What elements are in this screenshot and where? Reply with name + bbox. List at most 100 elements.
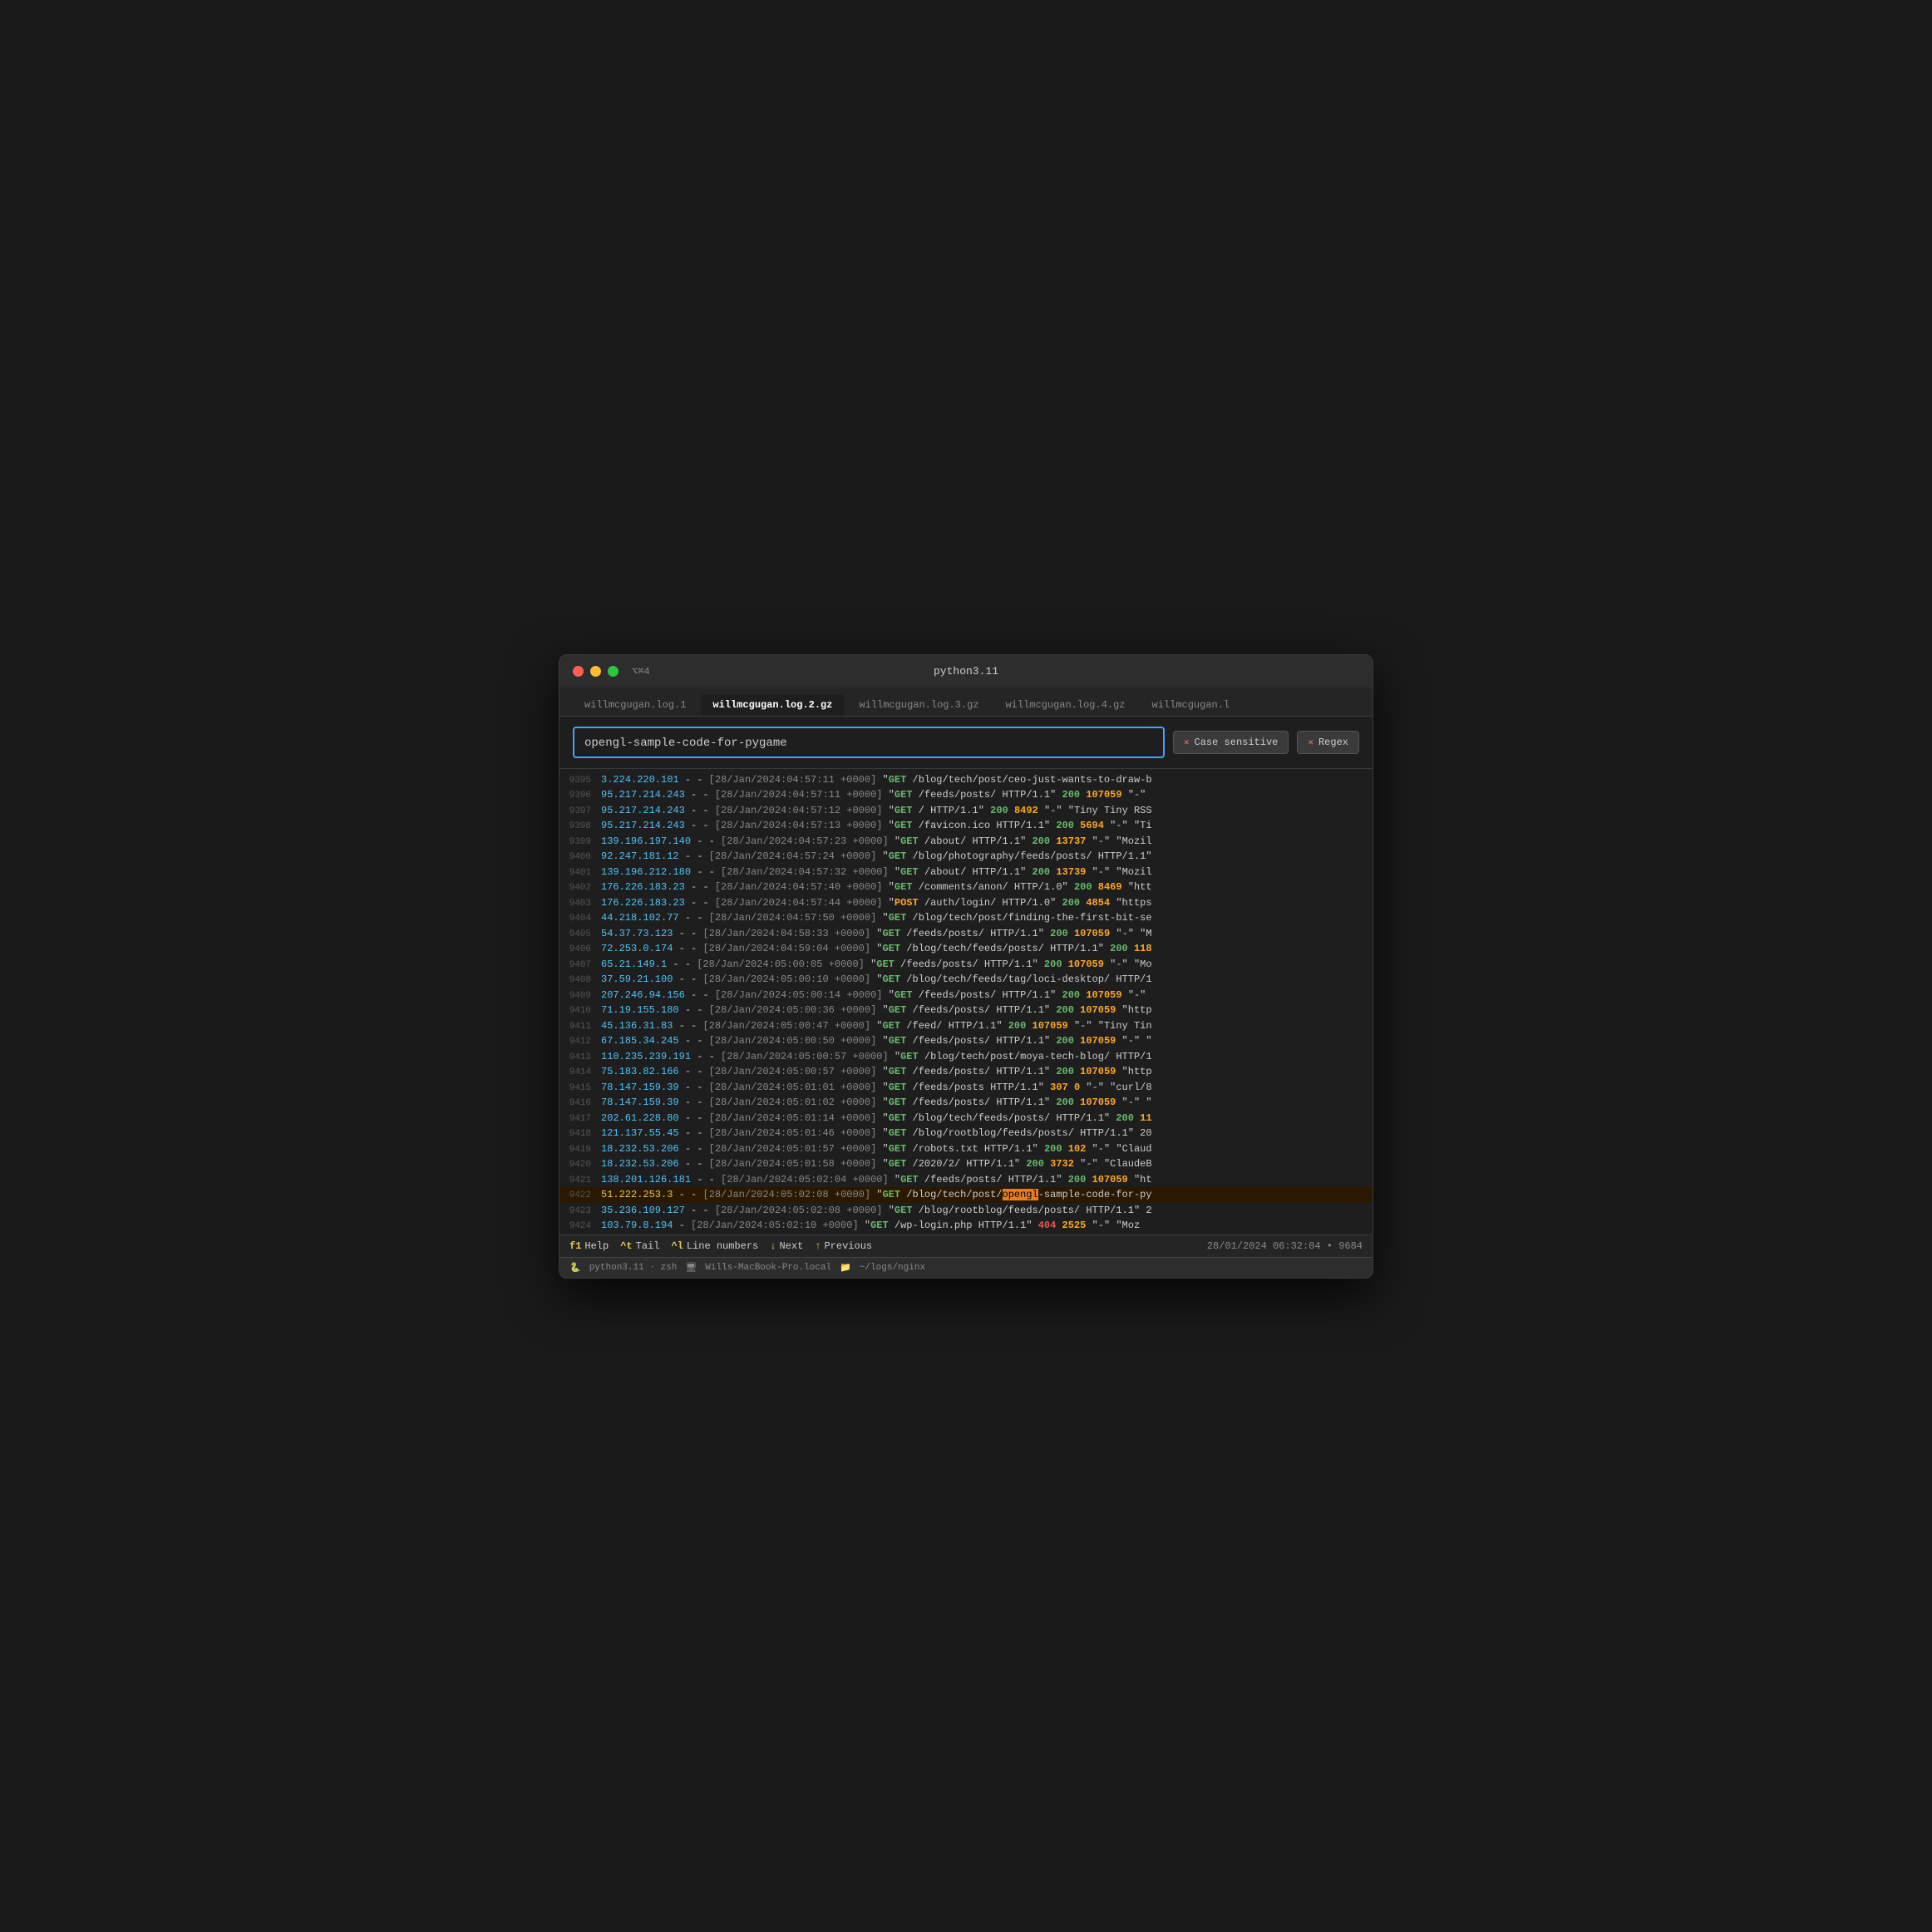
log-row-9406: 9406 72.253.0.174 - - [28/Jan/2024:04:59… [559,941,1373,957]
line-number: 9395 [566,774,601,788]
log-text: 3.224.220.101 - - [28/Jan/2024:04:57:11 … [601,772,1152,787]
tab-log3[interactable]: willmcgugan.log.3.gz [847,694,990,716]
line-number: 9407 [566,959,601,973]
title-bar: ⌥⌘4 python3.11 [559,655,1373,688]
tab-log2[interactable]: willmcgugan.log.2.gz [701,694,844,716]
regex-toggle[interactable]: ✕ Regex [1297,731,1359,754]
log-text: 45.136.31.83 - - [28/Jan/2024:05:00:47 +… [601,1018,1152,1033]
log-row-9411: 9411 45.136.31.83 - - [28/Jan/2024:05:00… [559,1018,1373,1034]
tail-key-badge: ^t [620,1240,632,1252]
search-input[interactable] [584,737,1153,750]
log-text: 44.218.102.77 - - [28/Jan/2024:04:57:50 … [601,910,1152,925]
log-row-9418: 9418 121.137.55.45 - - [28/Jan/2024:05:0… [559,1126,1373,1141]
previous-key[interactable]: ↑ Previous [815,1240,872,1252]
log-text: 176.226.183.23 - - [28/Jan/2024:04:57:44… [601,895,1152,910]
next-key[interactable]: ↓ Next [770,1240,803,1252]
separator1: 🖥 [685,1262,697,1274]
log-row-9415: 9415 78.147.159.39 - - [28/Jan/2024:05:0… [559,1080,1373,1096]
line-numbers-label: Line numbers [687,1240,758,1252]
help-key: f1 Help [569,1240,609,1252]
line-number: 9420 [566,1158,601,1172]
terminal-window: ⌥⌘4 python3.11 willmcgugan.log.1 willmcg… [559,654,1373,1279]
log-row-9399: 9399 139.196.197.140 - - [28/Jan/2024:04… [559,834,1373,850]
status-right: 28/01/2024 06:32:04 • 9684 [1207,1240,1363,1252]
traffic-lights [573,666,619,677]
python-version: python3.11 · zsh [589,1263,678,1273]
next-key-badge: ↓ [770,1240,776,1252]
log-text: 37.59.21.100 - - [28/Jan/2024:05:00:10 +… [601,972,1152,987]
log-row-9407: 9407 65.21.149.1 - - [28/Jan/2024:05:00:… [559,957,1373,973]
log-row-9416: 9416 78.147.159.39 - - [28/Jan/2024:05:0… [559,1095,1373,1111]
log-row-9410: 9410 71.19.155.180 - - [28/Jan/2024:05:0… [559,1003,1373,1018]
log-text: 35.236.109.127 - - [28/Jan/2024:05:02:08… [601,1203,1152,1218]
log-row-9397: 9397 95.217.214.243 - - [28/Jan/2024:04:… [559,803,1373,819]
log-text: 95.217.214.243 - - [28/Jan/2024:04:57:13… [601,818,1152,833]
tab-log5[interactable]: willmcgugan.l [1141,694,1242,716]
line-number: 9415 [566,1082,601,1096]
log-row-9395: 9395 3.224.220.101 - - [28/Jan/2024:04:5… [559,772,1373,788]
log-row-9423: 9423 35.236.109.127 - - [28/Jan/2024:05:… [559,1203,1373,1219]
line-number: 9405 [566,928,601,942]
case-sensitive-toggle[interactable]: ✕ Case sensitive [1173,731,1289,754]
log-text: 139.196.212.180 - - [28/Jan/2024:04:57:3… [601,865,1152,880]
log-row-9412: 9412 67.185.34.245 - - [28/Jan/2024:05:0… [559,1033,1373,1049]
search-bar: ✕ Case sensitive ✕ Regex [559,717,1373,769]
log-text: 138.201.126.181 - - [28/Jan/2024:05:02:0… [601,1172,1152,1187]
regex-icon: ✕ [1308,737,1313,748]
log-text: 54.37.73.123 - - [28/Jan/2024:04:58:33 +… [601,926,1152,941]
line-number: 9418 [566,1127,601,1141]
path: ~/logs/nginx [860,1263,925,1273]
log-row-9408: 9408 37.59.21.100 - - [28/Jan/2024:05:00… [559,972,1373,988]
log-text: 95.217.214.243 - - [28/Jan/2024:04:57:11… [601,787,1146,802]
maximize-button[interactable] [608,666,619,677]
log-text: 75.183.82.166 - - [28/Jan/2024:05:00:57 … [601,1064,1152,1079]
log-text: 103.79.8.194 - [28/Jan/2024:05:02:10 +00… [601,1218,1140,1233]
line-number: 9404 [566,912,601,926]
log-row-9398: 9398 95.217.214.243 - - [28/Jan/2024:04:… [559,818,1373,834]
log-text: 67.185.34.245 - - [28/Jan/2024:05:00:50 … [601,1033,1152,1048]
keyboard-shortcut: ⌥⌘4 [632,665,650,678]
log-text: 176.226.183.23 - - [28/Jan/2024:04:57:40… [601,880,1152,895]
log-text: 18.232.53.206 - - [28/Jan/2024:05:01:58 … [601,1156,1152,1171]
log-row-9424: 9424 103.79.8.194 - [28/Jan/2024:05:02:1… [559,1218,1373,1234]
line-number: 9400 [566,850,601,865]
help-label: Help [584,1240,609,1252]
log-text: 110.235.239.191 - - [28/Jan/2024:05:00:5… [601,1049,1152,1064]
line-number: 9417 [566,1112,601,1126]
log-row-9417: 9417 202.61.228.80 - - [28/Jan/2024:05:0… [559,1111,1373,1126]
log-text: 51.222.253.3 - - [28/Jan/2024:05:02:08 +… [601,1187,1152,1202]
log-row-9403: 9403 176.226.183.23 - - [28/Jan/2024:04:… [559,895,1373,911]
log-text: 65.21.149.1 - - [28/Jan/2024:05:00:05 +0… [601,957,1152,972]
line-numbers-key: ^l Line numbers [671,1240,758,1252]
line-number: 9409 [566,989,601,1003]
line-number: 9396 [566,789,601,803]
tail-key: ^t Tail [620,1240,659,1252]
log-row-9405: 9405 54.37.73.123 - - [28/Jan/2024:04:58… [559,926,1373,942]
log-row-9401: 9401 139.196.212.180 - - [28/Jan/2024:04… [559,865,1373,880]
terminal-bar: 🐍 python3.11 · zsh 🖥 Wills-MacBook-Pro.l… [559,1257,1373,1278]
tab-log1[interactable]: willmcgugan.log.1 [573,694,697,716]
line-number: 9398 [566,820,601,834]
regex-label: Regex [1318,737,1348,748]
tab-log4[interactable]: willmcgugan.log.4.gz [993,694,1136,716]
log-text: 72.253.0.174 - - [28/Jan/2024:04:59:04 +… [601,941,1152,956]
minimize-button[interactable] [590,666,601,677]
tabs-bar: willmcgugan.log.1 willmcgugan.log.2.gz w… [559,688,1373,717]
line-number: 9416 [566,1097,601,1111]
line-number: 9399 [566,835,601,850]
log-row-9421: 9421 138.201.126.181 - - [28/Jan/2024:05… [559,1172,1373,1188]
python-icon: 🐍 [569,1262,581,1274]
line-number: 9403 [566,897,601,911]
case-sensitive-label: Case sensitive [1195,737,1279,748]
log-row-9404: 9404 44.218.102.77 - - [28/Jan/2024:04:5… [559,910,1373,926]
line-number: 9412 [566,1035,601,1049]
line-number: 9414 [566,1066,601,1080]
next-label: Next [779,1240,803,1252]
search-input-wrapper[interactable] [573,727,1165,758]
log-row-9396: 9396 95.217.214.243 - - [28/Jan/2024:04:… [559,787,1373,803]
log-text: 71.19.155.180 - - [28/Jan/2024:05:00:36 … [601,1003,1152,1018]
line-number: 9413 [566,1051,601,1065]
line-number: 9401 [566,866,601,880]
close-button[interactable] [573,666,584,677]
line-number: 9408 [566,973,601,988]
